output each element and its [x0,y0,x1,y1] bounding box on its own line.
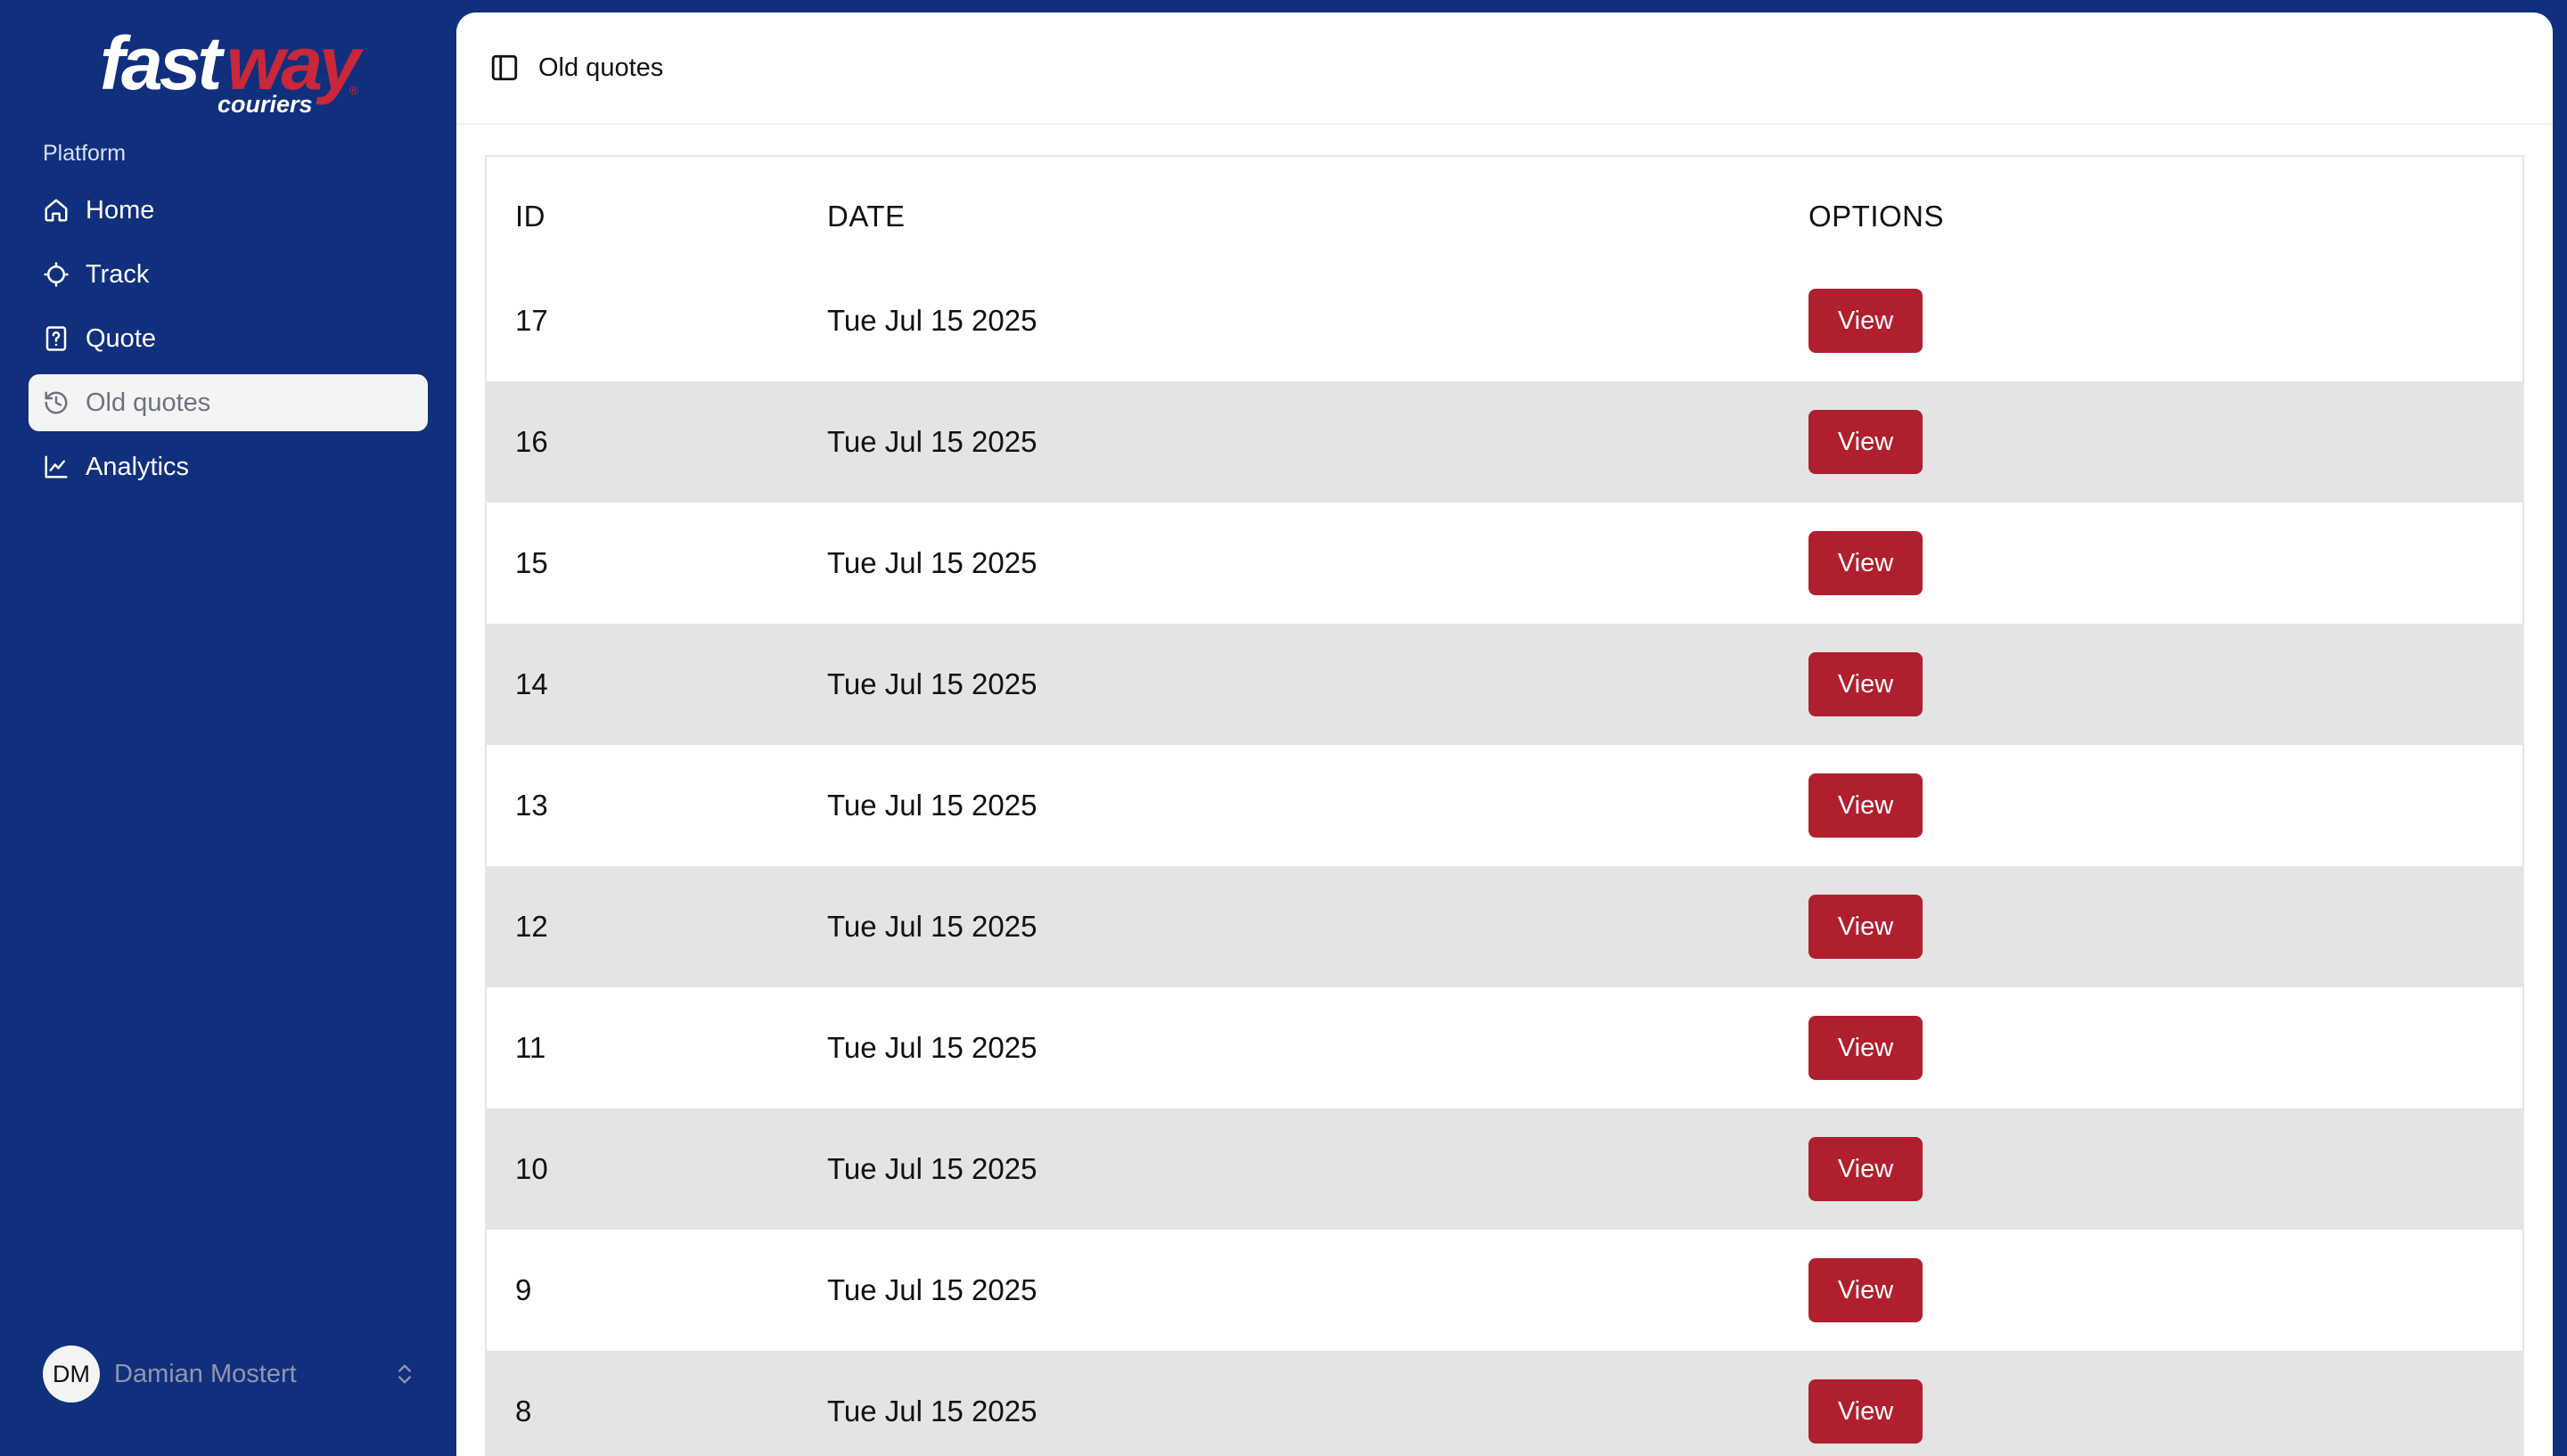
table-row: 11 Tue Jul 15 2025 View [487,987,2522,1108]
cell-options: View [1808,410,2522,474]
chevrons-up-down-icon [398,1364,411,1384]
cell-id: 11 [515,1031,546,1064]
cell-id: 16 [515,425,548,458]
sidebar-section-label: Platform [43,141,127,166]
sidebar-item-label: Analytics [86,452,190,481]
main-panel: Old quotes ID DATE OPTIONS 17 Tue Jul 15… [456,12,2553,1456]
view-button[interactable]: View [1808,773,1923,838]
logo-text-fast: fast [100,21,225,105]
cell-date: Tue Jul 15 2025 [827,425,1037,458]
logo-graphic: fast way couriers ® [100,21,368,116]
panel-left-icon [491,54,518,81]
view-button[interactable]: View [1808,531,1923,595]
view-button[interactable]: View [1808,1137,1923,1201]
view-button[interactable]: View [1808,652,1923,716]
column-header-date: DATE [827,200,906,233]
table-row: 16 Tue Jul 15 2025 View [487,381,2522,503]
table-header: ID DATE OPTIONS [487,157,2522,260]
table-row: 15 Tue Jul 15 2025 View [487,503,2522,624]
cell-date: Tue Jul 15 2025 [827,1152,1037,1185]
avatar: DM [43,1346,100,1403]
cell-date: Tue Jul 15 2025 [827,1395,1037,1427]
table-row: 9 Tue Jul 15 2025 View [487,1230,2522,1351]
sidebar-item-home[interactable]: Home [29,182,428,239]
cell-date: Tue Jul 15 2025 [827,304,1037,337]
logo-registered-mark: ® [349,83,359,97]
history-icon [43,389,70,416]
view-button[interactable]: View [1808,1258,1923,1322]
user-name: Damian Mostert [114,1359,297,1388]
cell-date: Tue Jul 15 2025 [827,1031,1037,1064]
column-header-options: OPTIONS [1808,200,1945,233]
view-button[interactable]: View [1808,289,1923,353]
sidebar-item-label: Track [86,259,150,289]
file-question-icon [43,325,70,352]
column-header-id: ID [515,200,545,233]
crosshair-icon [43,261,70,288]
cell-id: 13 [515,789,548,822]
sidebar-item-analytics[interactable]: Analytics [29,438,428,495]
page-title: Old quotes [538,53,664,82]
logo-text-couriers: couriers [217,91,313,116]
cell-options: View [1808,1137,2522,1201]
cell-id: 8 [515,1395,532,1427]
view-button[interactable]: View [1808,410,1923,474]
header: Old quotes [456,12,2553,125]
chart-line-icon [43,454,70,480]
sidebar-item-label: Quote [86,323,156,353]
sidebar-toggle-button[interactable] [487,50,522,86]
user-menu[interactable]: DM Damian Mostert [43,1346,417,1403]
cell-options: View [1808,652,2522,716]
cell-options: View [1808,1016,2522,1080]
sidebar-item-quote[interactable]: Quote [29,310,428,367]
table-row: 12 Tue Jul 15 2025 View [487,866,2522,987]
cell-date: Tue Jul 15 2025 [827,546,1037,579]
cell-id: 14 [515,667,548,700]
cell-options: View [1808,1379,2522,1444]
sidebar: fast way couriers ® Platform Home Track … [0,0,456,1444]
table-row: 13 Tue Jul 15 2025 View [487,745,2522,866]
sidebar-item-track[interactable]: Track [29,246,428,303]
cell-date: Tue Jul 15 2025 [827,910,1037,943]
view-button[interactable]: View [1808,1379,1923,1444]
table-row: 14 Tue Jul 15 2025 View [487,624,2522,745]
cell-id: 15 [515,546,548,579]
view-button[interactable]: View [1808,1016,1923,1080]
fastway-logo[interactable]: fast way couriers ® [93,20,369,116]
quotes-table: ID DATE OPTIONS 17 Tue Jul 15 2025 View … [485,155,2524,1456]
cell-options: View [1808,895,2522,959]
cell-id: 17 [515,304,548,337]
table-row: 10 Tue Jul 15 2025 View [487,1108,2522,1230]
cell-id: 10 [515,1152,548,1185]
home-icon [43,197,70,224]
sidebar-nav: Home Track Quote Old quotes Analytics [29,182,428,503]
cell-id: 9 [515,1273,532,1306]
view-button[interactable]: View [1808,895,1923,959]
cell-options: View [1808,289,2522,353]
cell-date: Tue Jul 15 2025 [827,1273,1037,1306]
cell-options: View [1808,531,2522,595]
table-row: 17 Tue Jul 15 2025 View [487,260,2522,381]
sidebar-item-label: Home [86,195,155,225]
sidebar-item-label: Old quotes [86,388,211,417]
cell-id: 12 [515,910,548,943]
cell-date: Tue Jul 15 2025 [827,789,1037,822]
sidebar-item-old-quotes[interactable]: Old quotes [29,374,428,431]
cell-date: Tue Jul 15 2025 [827,667,1037,700]
cell-options: View [1808,1258,2522,1322]
cell-options: View [1808,773,2522,838]
table-row: 8 Tue Jul 15 2025 View [487,1351,2522,1456]
